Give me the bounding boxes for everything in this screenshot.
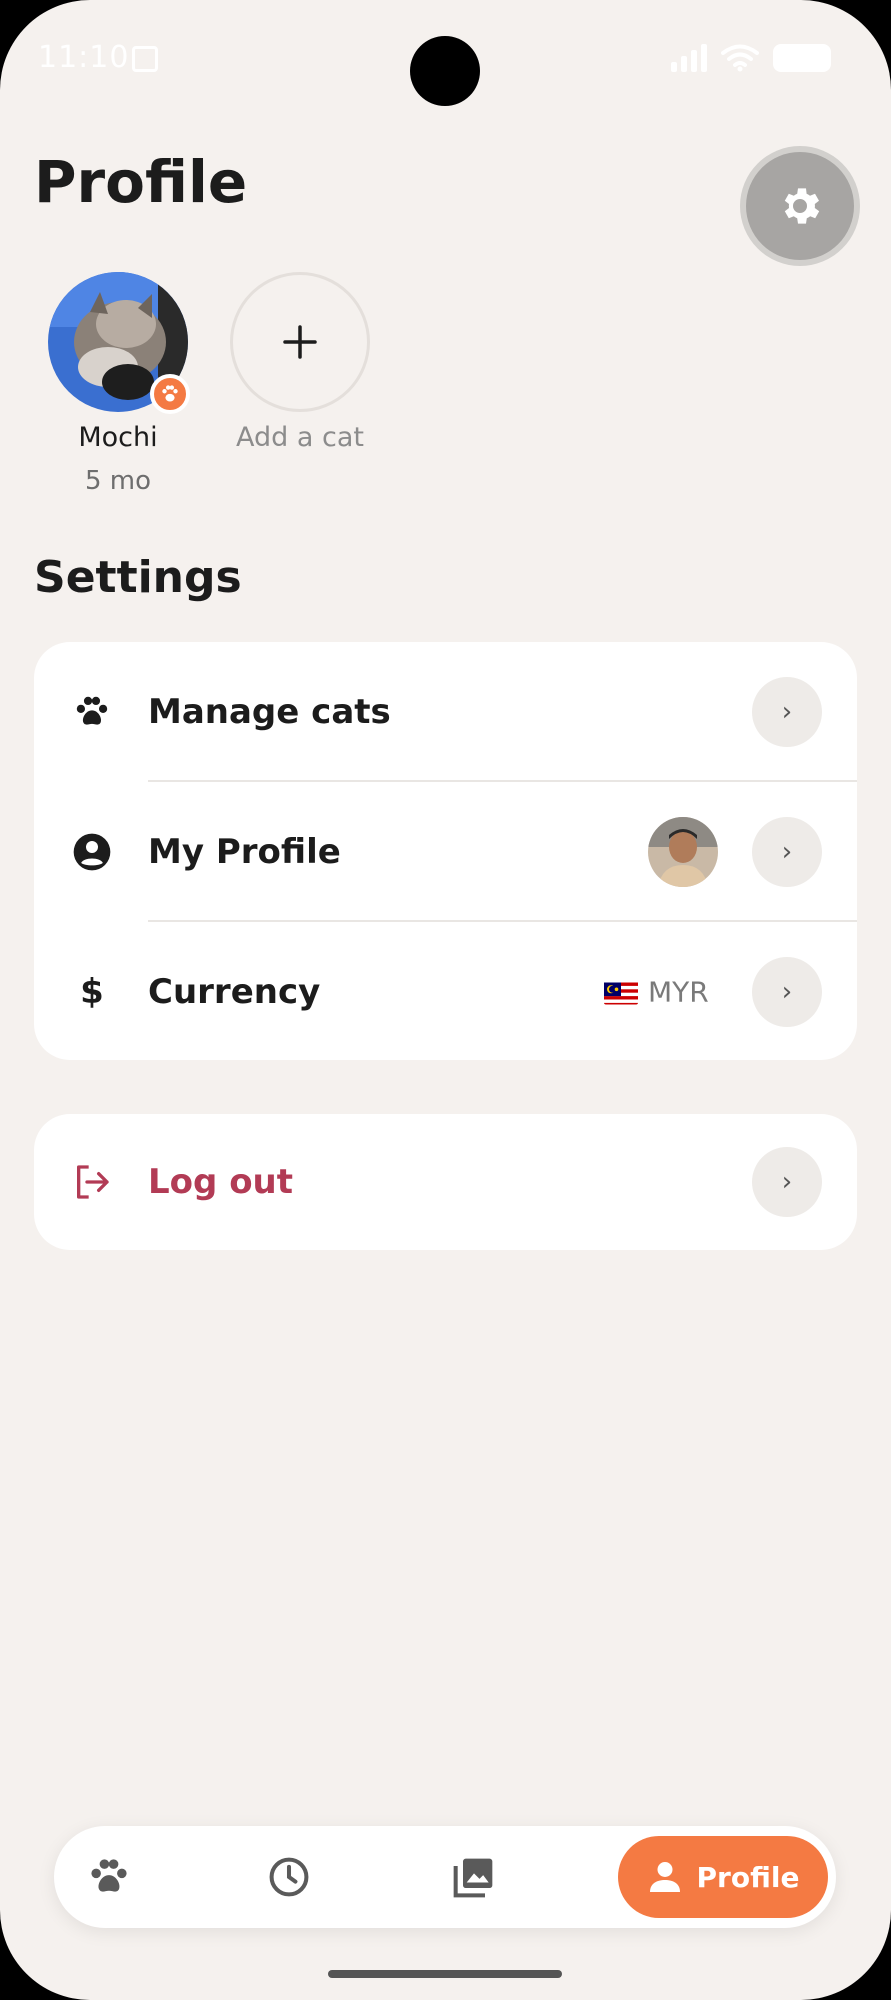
bottom-navigation: Profile — [54, 1826, 836, 1928]
nav-gallery[interactable] — [423, 1826, 525, 1928]
battery-icon — [773, 44, 831, 72]
status-icons — [671, 44, 831, 72]
nav-history[interactable] — [238, 1826, 340, 1928]
sim-icon — [132, 46, 158, 72]
person-icon — [649, 1862, 680, 1892]
profile-avatar — [648, 817, 718, 887]
cat-age: 5 mo — [84, 466, 152, 496]
nav-profile[interactable]: Profile — [618, 1836, 828, 1918]
plus-icon — [283, 325, 317, 359]
settings-item-manage-cats[interactable]: Manage cats › — [34, 642, 857, 782]
dollar-icon: $ — [80, 972, 104, 1012]
paw-icon — [70, 690, 114, 734]
logout-icon — [70, 1160, 114, 1204]
status-time: 11:10 — [38, 40, 130, 75]
nav-profile-label: Profile — [696, 1860, 800, 1894]
logout-card: Log out › — [34, 1114, 857, 1250]
gear-icon — [784, 188, 820, 224]
chevron-right-icon[interactable]: › — [752, 957, 822, 1027]
settings-button[interactable] — [746, 152, 854, 260]
gallery-icon — [453, 1858, 493, 1898]
user-circle-icon — [70, 830, 114, 874]
settings-item-label: Manage cats — [148, 692, 391, 732]
logout-label: Log out — [148, 1162, 294, 1202]
settings-item-my-profile[interactable]: My Profile › — [34, 782, 857, 922]
camera-cutout — [410, 36, 480, 106]
cat-name: Mochi — [78, 422, 158, 453]
chevron-right-icon[interactable]: › — [752, 817, 822, 887]
currency-value: MYR — [604, 976, 709, 1009]
paw-icon — [91, 1859, 127, 1892]
wifi-icon — [721, 44, 759, 72]
paw-badge-icon — [150, 374, 190, 414]
add-cat-button[interactable] — [230, 272, 370, 412]
page-title: Profile — [34, 148, 248, 216]
clock-icon — [269, 1857, 309, 1897]
malaysia-flag-icon — [604, 980, 638, 1004]
settings-card: Manage cats › My Profile › $ Currency MY… — [34, 642, 857, 1060]
home-indicator[interactable] — [328, 1970, 562, 1978]
add-cat-label: Add a cat — [236, 422, 364, 453]
settings-heading: Settings — [34, 552, 242, 603]
nav-cats[interactable] — [58, 1826, 160, 1928]
phone-screen: 11:10 Profile Mochi 5 mo Add a cat Setti… — [0, 0, 891, 2000]
settings-item-label: My Profile — [148, 832, 341, 872]
logout-button[interactable]: Log out › — [34, 1112, 857, 1252]
settings-item-label: Currency — [148, 972, 321, 1012]
signal-icon — [671, 44, 707, 72]
chevron-right-icon[interactable]: › — [752, 1147, 822, 1217]
chevron-right-icon[interactable]: › — [752, 677, 822, 747]
settings-item-currency[interactable]: $ Currency MYR › — [34, 922, 857, 1062]
currency-code: MYR — [648, 975, 709, 1009]
